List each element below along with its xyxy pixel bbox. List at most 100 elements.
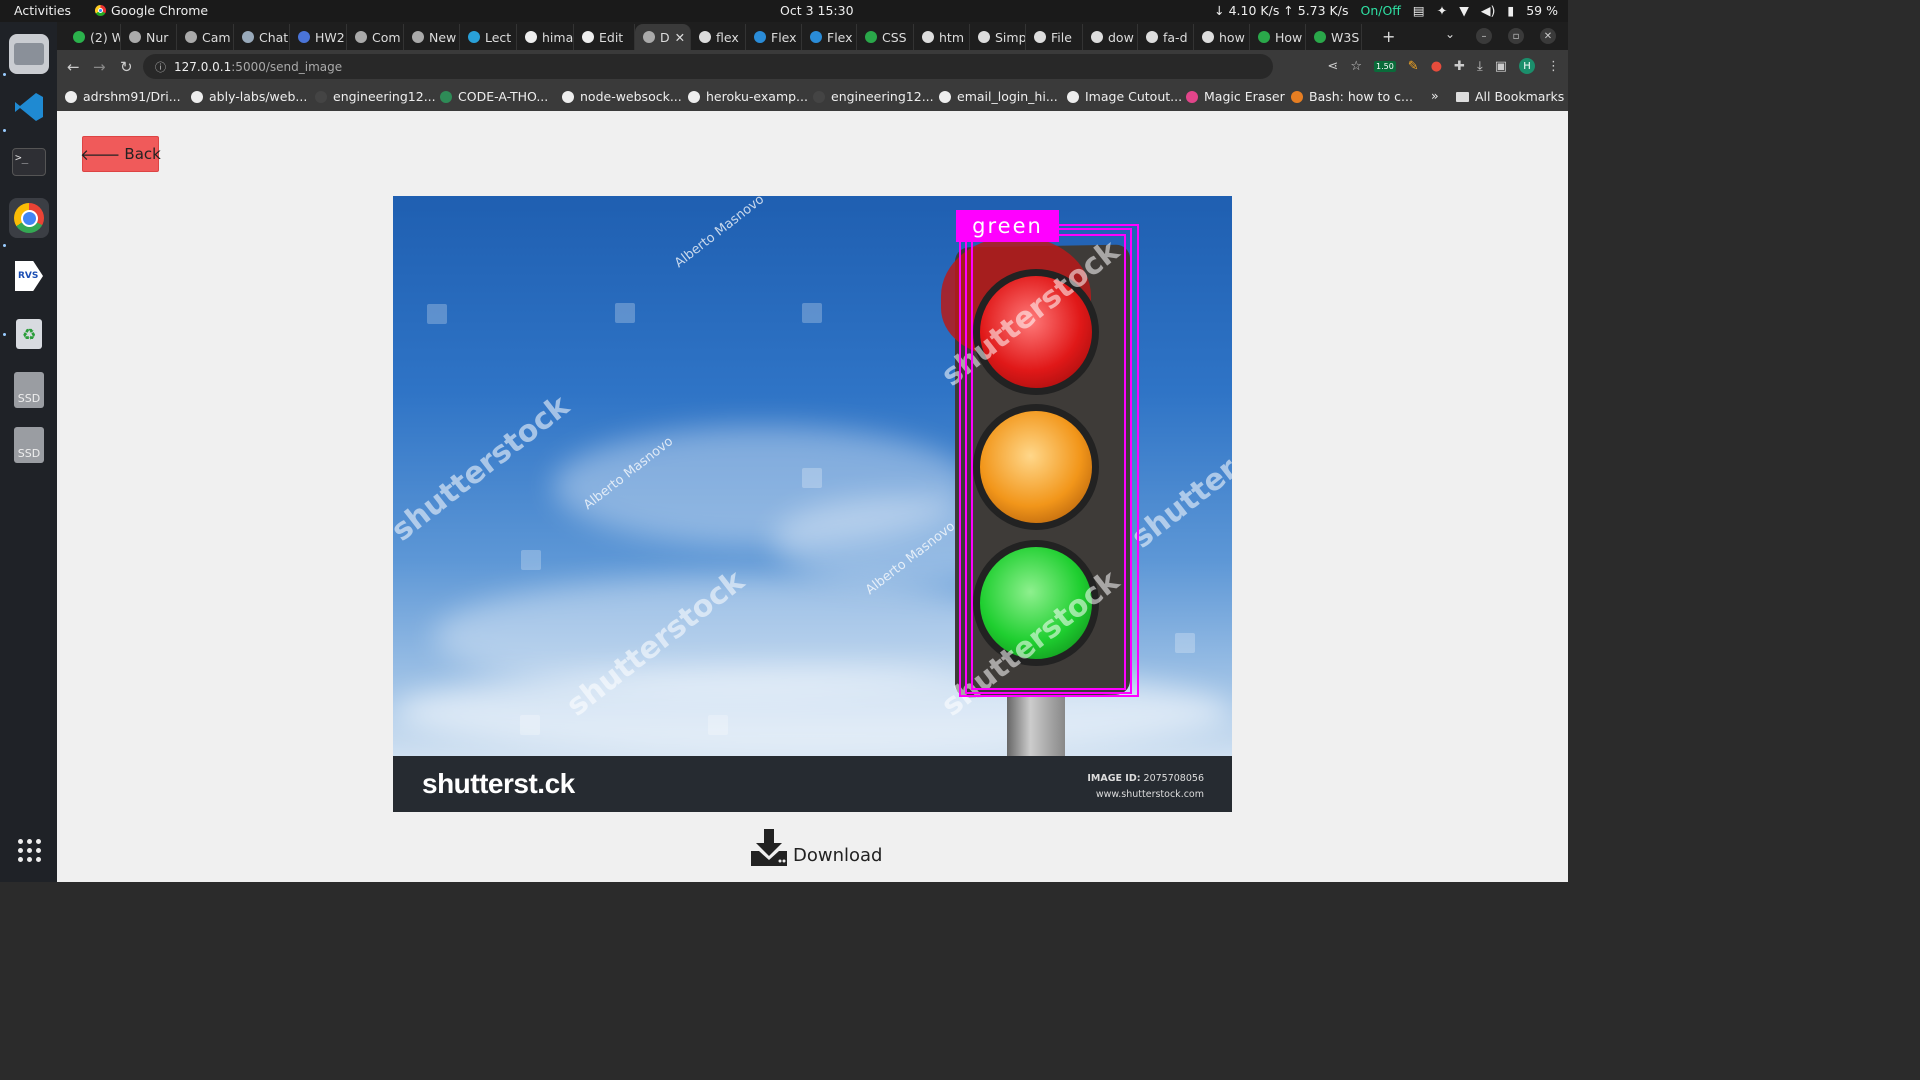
profile-avatar[interactable]: H — [1519, 58, 1535, 74]
browser-tab[interactable]: hima — [517, 24, 574, 50]
vpn-toggle[interactable]: On/Off — [1360, 3, 1400, 18]
trash-icon[interactable]: ♻ — [9, 314, 49, 354]
forward-arrow-icon[interactable]: → — [93, 58, 106, 76]
browser-tab[interactable]: Simp — [970, 24, 1026, 50]
reload-icon[interactable]: ↻ — [120, 58, 133, 76]
new-tab-button[interactable]: + — [1382, 27, 1395, 46]
terminal-icon[interactable]: >_ — [9, 142, 49, 182]
browser-tab[interactable]: HW2 — [290, 24, 347, 50]
address-bar[interactable]: ⓘ 127.0.0.1:5000/send_image — [143, 54, 1273, 79]
clock[interactable]: Oct 3 15:30 — [780, 3, 854, 18]
browser-tab[interactable]: How — [1250, 24, 1306, 50]
download-icon — [751, 829, 787, 866]
bookmark-item[interactable]: engineering12... — [813, 89, 934, 104]
browser-tab[interactable]: Cam — [177, 24, 234, 50]
tab-search-button[interactable]: ⌄ — [1445, 27, 1455, 41]
browser-tab[interactable]: Flex — [802, 24, 857, 50]
bookmark-star-icon[interactable]: ☆ — [1350, 59, 1362, 74]
minimize-button[interactable]: – — [1476, 28, 1492, 44]
browser-tab[interactable]: Edit — [574, 24, 635, 50]
tab-favicon-icon — [1202, 31, 1214, 43]
bookmark-favicon-icon — [65, 90, 77, 103]
clipboard-icon[interactable]: ▤ — [1413, 3, 1425, 18]
browser-tab[interactable]: flex — [691, 24, 746, 50]
app-name: Google Chrome — [111, 3, 209, 18]
bookmark-item[interactable]: Magic Eraser — [1186, 89, 1285, 104]
show-apps-icon[interactable] — [9, 830, 49, 870]
tab-favicon-icon — [298, 31, 310, 43]
menu-kebab-icon[interactable]: ⋮ — [1547, 59, 1560, 74]
pen-extension-icon[interactable]: ✎ — [1408, 59, 1419, 74]
toolbar-icons: ⋖ ☆ 1.50 ✎ ● ✚ ⤓ ▣ H ⋮ — [1327, 58, 1560, 74]
battery-level: 59 % — [1526, 3, 1558, 18]
browser-tab[interactable]: D ✕ — [635, 24, 691, 50]
bookmark-item[interactable]: Bash: how to c... — [1291, 89, 1413, 104]
bookmark-item[interactable]: heroku-examp... — [688, 89, 808, 104]
extension-badge[interactable]: 1.50 — [1373, 60, 1396, 72]
tab-label: Flex — [827, 29, 853, 45]
browser-tab[interactable]: fa-d — [1138, 24, 1194, 50]
all-bookmarks-button[interactable]: All Bookmarks — [1456, 89, 1564, 104]
bookmark-item[interactable]: adrshm91/Dri... — [65, 89, 181, 104]
browser-tab[interactable]: (2) W — [65, 24, 121, 50]
browser-tab[interactable]: CSS — [857, 24, 914, 50]
stock-watermark: shutterstock — [1125, 395, 1232, 556]
browser-tab[interactable]: New — [404, 24, 460, 50]
tab-label: Lect — [485, 29, 512, 45]
browser-tab[interactable]: Chat — [234, 24, 290, 50]
browser-tab[interactable]: dow — [1083, 24, 1138, 50]
chrome-icon — [95, 5, 106, 16]
bookmark-favicon-icon — [813, 90, 825, 103]
share-icon[interactable]: ⋖ — [1327, 59, 1338, 74]
back-arrow-icon[interactable]: ← — [67, 58, 80, 76]
browser-tab[interactable]: htm — [914, 24, 970, 50]
tab-favicon-icon — [242, 31, 254, 43]
bookmarks-overflow-button[interactable]: » — [1431, 88, 1439, 103]
chrome-dock-icon[interactable] — [9, 198, 49, 238]
ssd-drive-icon[interactable]: SSD — [9, 425, 49, 465]
tab-favicon-icon — [922, 31, 934, 43]
files-icon[interactable] — [9, 34, 49, 74]
browser-tab[interactable]: File — [1026, 24, 1083, 50]
bookmark-item[interactable]: node-websock... — [562, 89, 682, 104]
tab-close-icon[interactable]: ✕ — [675, 30, 685, 45]
system-tray[interactable]: ↓ 4.10 K/s ↑ 5.73 K/s On/Off ▤ ✦ ▼ ◀) ▮ … — [1214, 3, 1558, 18]
downloads-icon[interactable]: ⤓ — [1477, 59, 1483, 74]
bookmark-item[interactable]: ably-labs/web... — [191, 89, 307, 104]
download-button[interactable]: Download — [751, 829, 882, 866]
rvs-app-icon[interactable]: RVS — [9, 256, 49, 296]
browser-tab[interactable]: Com — [347, 24, 404, 50]
restore-button[interactable]: ▫ — [1508, 28, 1524, 44]
browser-tab[interactable]: Lect — [460, 24, 517, 50]
bookmark-item[interactable]: CODE-A-THO... — [440, 89, 548, 104]
bookmark-favicon-icon — [688, 90, 700, 103]
site-info-icon[interactable]: ⓘ — [155, 59, 166, 75]
accessibility-icon[interactable]: ✦ — [1437, 3, 1447, 18]
bookmark-label: engineering12... — [333, 89, 436, 104]
tab-label: W3S — [1331, 29, 1360, 45]
browser-tab[interactable]: W3S — [1306, 24, 1362, 50]
browser-tab[interactable]: Nur — [121, 24, 177, 50]
stock-watermark: shutterstock — [393, 388, 576, 549]
tab-favicon-icon — [1091, 31, 1103, 43]
bookmark-favicon-icon — [1291, 90, 1303, 103]
browser-tab[interactable]: Flex — [746, 24, 802, 50]
browser-tab[interactable]: how — [1194, 24, 1250, 50]
side-panel-icon[interactable]: ▣ — [1495, 59, 1507, 74]
back-button[interactable]: 🡐 Back — [80, 136, 161, 172]
bookmark-item[interactable]: engineering12... — [315, 89, 436, 104]
activities-button[interactable]: Activities — [14, 3, 71, 18]
url-path: :5000/send_image — [231, 59, 343, 74]
bookmark-item[interactable]: Image Cutout... — [1067, 89, 1182, 104]
bookmark-favicon-icon — [191, 90, 203, 103]
vscode-icon[interactable] — [9, 87, 49, 127]
extensions-puzzle-icon[interactable]: ✚ — [1454, 59, 1465, 74]
close-window-button[interactable]: ✕ — [1540, 28, 1556, 44]
app-menu[interactable]: Google Chrome — [95, 3, 208, 18]
download-label: Download — [793, 845, 883, 866]
bookmark-item[interactable]: email_login_hi... — [939, 89, 1058, 104]
tab-favicon-icon — [1314, 31, 1326, 43]
record-extension-icon[interactable]: ● — [1431, 59, 1442, 74]
ssd-drive-icon[interactable]: SSD — [9, 370, 49, 410]
running-indicator — [3, 73, 6, 76]
